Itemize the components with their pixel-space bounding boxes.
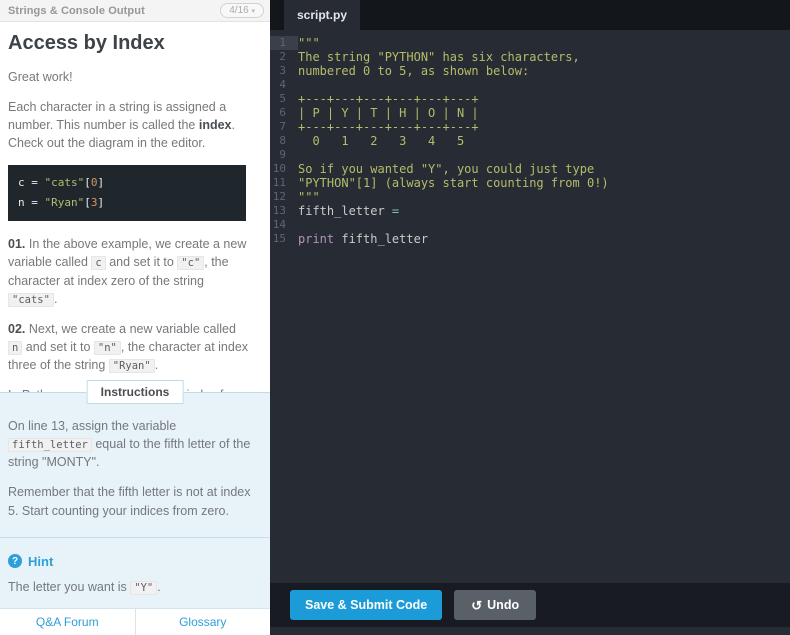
- line-number: 5: [279, 92, 286, 105]
- code-line-text: +---+---+---+---+---+---+: [298, 120, 479, 134]
- code-line-text: print fifth_letter: [298, 232, 429, 246]
- lesson-paragraph: Each character in a string is assigned a…: [8, 100, 235, 151]
- code-line-text: So if you wanted "Y", you could just typ…: [298, 162, 595, 176]
- tab-script-py[interactable]: script.py: [284, 0, 360, 30]
- code-line-text: """: [298, 36, 320, 50]
- line-number: 2: [279, 50, 286, 63]
- code-line: 6 | P | Y | T | H | O | N |: [270, 106, 790, 120]
- editor-panel: script.py 1 """ 2 The string "PYTHON" has s…: [270, 0, 790, 627]
- editor-bottombar: Save & Submit Code ↺ Undo: [270, 583, 790, 627]
- line-number: 13: [272, 204, 286, 217]
- hint-text: The letter you want is "Y".: [8, 579, 161, 595]
- glossary-link[interactable]: Glossary: [136, 609, 271, 635]
- course-title: Strings & Console Output: [8, 4, 145, 17]
- lesson-code-block: c = "cats"[0] n = "Ryan"[3]: [8, 164, 246, 222]
- instructions-paragraph: On line 13, assign the variable fifth_le…: [8, 419, 251, 470]
- code-line: 4: [270, 78, 790, 92]
- code-line-text: 0 1 2 3 4 5: [298, 134, 465, 148]
- code-block-line: n = "Ryan"[3]: [18, 195, 105, 209]
- undo-button[interactable]: ↺ Undo: [454, 590, 537, 620]
- lesson-footer: Q&A Forum Glossary: [0, 607, 271, 635]
- line-number: 11: [272, 176, 286, 189]
- lesson-content: Access by Index Great work! Each charact…: [0, 22, 270, 392]
- hint-toggle[interactable]: ? Hint: [8, 554, 254, 569]
- code-line: 7 +---+---+---+---+---+---+: [270, 120, 790, 134]
- line-number: 7: [279, 120, 286, 133]
- code-line: 10 So if you wanted "Y", you could just t…: [270, 162, 790, 176]
- chevron-down-icon: ▾: [251, 8, 255, 15]
- code-editor[interactable]: 1 """ 2 The string "PYTHON" has six charact…: [270, 30, 790, 583]
- hint-divider: [0, 536, 270, 538]
- line-number: 10: [272, 162, 286, 175]
- lesson-paragraph: Great work!: [8, 70, 73, 84]
- line-number: 15: [272, 232, 286, 245]
- lesson-header: Strings & Console Output 4/16 ▾: [0, 0, 270, 22]
- app-window: Strings & Console Output 4/16 ▾ Access b…: [0, 0, 790, 635]
- line-number: 1: [270, 36, 298, 50]
- question-mark-icon: ?: [8, 554, 22, 569]
- instructions-tab-label: Instructions: [86, 380, 184, 404]
- qa-forum-link[interactable]: Q&A Forum: [0, 608, 136, 635]
- code-line: 8 0 1 2 3 4 5: [270, 134, 790, 148]
- code-line: 9: [270, 148, 790, 162]
- line-number: 6: [279, 106, 286, 119]
- lesson-paragraph: 01. In the above example, we create a ne…: [8, 237, 247, 307]
- code-block-line: c = "cats"[0]: [18, 175, 105, 189]
- code-line: 13 fifth_letter =: [270, 204, 790, 218]
- code-line-text: "PYTHON"[1] (always start counting from …: [298, 176, 609, 190]
- code-line-text: | P | Y | T | H | O | N |: [298, 106, 479, 120]
- code-line-text: """: [298, 190, 320, 204]
- hint-label: Hint: [28, 553, 54, 569]
- line-number: 8: [279, 134, 286, 147]
- lesson-panel: Strings & Console Output 4/16 ▾ Access b…: [0, 0, 270, 635]
- code-line: 12 """: [270, 190, 790, 204]
- code-line: 14: [270, 218, 790, 232]
- code-line: 1 """: [270, 36, 790, 50]
- page-title: Access by Index: [8, 32, 165, 54]
- editor-tabbar: script.py: [270, 0, 790, 30]
- code-line-text: +---+---+---+---+---+---+: [298, 92, 479, 106]
- line-number: 3: [279, 64, 286, 77]
- instructions-paragraph: Remember that the fifth letter is not at…: [8, 485, 251, 518]
- save-submit-button[interactable]: Save & Submit Code: [290, 590, 443, 620]
- line-number: 12: [272, 190, 286, 203]
- lesson-paragraph: 02. Next, we create a new variable calle…: [8, 321, 249, 374]
- code-line: 11 "PYTHON"[1] (always start counting fro…: [270, 176, 790, 190]
- code-line: 3 numbered 0 to 5, as shown below:: [270, 64, 790, 78]
- code-line: 5 +---+---+---+---+---+---+: [270, 92, 790, 106]
- code-line-text: numbered 0 to 5, as shown below:: [298, 64, 530, 78]
- undo-icon: ↺: [471, 597, 483, 613]
- progress-dropdown[interactable]: 4/16 ▾: [220, 3, 264, 18]
- code-line-text: The string "PYTHON" has six characters,: [298, 50, 580, 64]
- code-line: 2 The string "PYTHON" has six characters,: [270, 50, 790, 64]
- instructions-section: Instructions On line 13, assign the vari…: [0, 380, 270, 608]
- code-line-text: fifth_letter =: [298, 204, 400, 218]
- line-number: 14: [272, 218, 286, 231]
- code-line: 15 print fifth_letter: [270, 232, 790, 246]
- line-number: 4: [279, 78, 286, 91]
- line-number: 9: [279, 148, 286, 161]
